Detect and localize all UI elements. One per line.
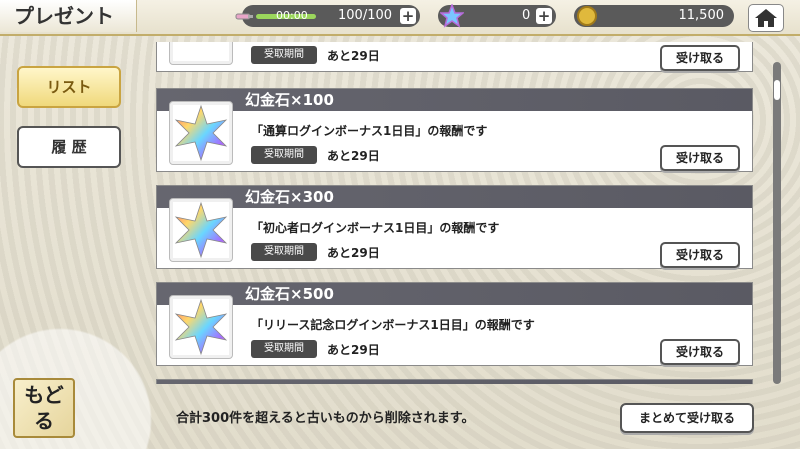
- page-title: プレゼント: [0, 0, 137, 32]
- present-list[interactable]: 受取期間 あと29日 受け取る 幻金石×100 「通算ログインボーナス1日目」の…: [156, 42, 753, 384]
- syringe-icon: [235, 13, 253, 20]
- period-label: 受取期間: [251, 243, 317, 261]
- item-title: 幻金石×100: [245, 91, 334, 109]
- period-label: 受取期間: [251, 46, 317, 64]
- tab-list[interactable]: リスト: [17, 66, 121, 108]
- rainbow-star-icon: [174, 298, 228, 356]
- present-card: [156, 379, 753, 384]
- deletion-notice: 合計300件を超えると古いものから削除されます。: [176, 411, 475, 426]
- item-description: 「リリース記念ログインボーナス1日目」の報酬です: [251, 318, 535, 332]
- stone-meter: 0 +: [438, 4, 556, 28]
- back-button[interactable]: もどる: [13, 378, 75, 438]
- top-bar: プレゼント 00:00 100/100 + 0 + 11,500: [0, 0, 800, 36]
- period-value: あと29日: [327, 49, 380, 63]
- star-stone-icon: [440, 4, 464, 28]
- item-title: 幻金石×300: [245, 188, 334, 206]
- scroll-thumb[interactable]: [774, 80, 780, 100]
- item-icon-frame: [169, 198, 233, 262]
- period-value: あと29日: [327, 246, 380, 260]
- item-icon-frame: [169, 101, 233, 165]
- receive-button[interactable]: 受け取る: [660, 242, 740, 268]
- period-label: 受取期間: [251, 146, 317, 164]
- card-header: 幻金石×300: [157, 186, 752, 208]
- item-icon-frame: [169, 295, 233, 359]
- receive-button[interactable]: 受け取る: [660, 339, 740, 365]
- item-title: 幻金石×500: [245, 285, 334, 303]
- stamina-timer: 00:00: [276, 9, 308, 22]
- receive-button[interactable]: 受け取る: [660, 45, 740, 71]
- period-label: 受取期間: [251, 340, 317, 358]
- period-value: あと29日: [327, 149, 380, 163]
- present-card: 幻金石×500 「リリース記念ログインボーナス1日目」の報酬です 受取期間 あと…: [156, 282, 753, 366]
- present-card: 幻金石×100 「通算ログインボーナス1日目」の報酬です 受取期間 あと29日 …: [156, 88, 753, 172]
- home-icon: [755, 9, 777, 27]
- stone-count: 0: [522, 8, 531, 23]
- item-icon-frame: [169, 42, 233, 65]
- item-description: 「通算ログインボーナス1日目」の報酬です: [251, 124, 488, 138]
- coin-meter: 11,500: [574, 5, 734, 27]
- card-header: [157, 380, 752, 384]
- home-button[interactable]: [748, 4, 784, 32]
- present-card: 幻金石×300 「初心者ログインボーナス1日目」の報酬です 受取期間 あと29日…: [156, 185, 753, 269]
- rainbow-star-icon: [174, 201, 228, 259]
- scrollbar[interactable]: [773, 62, 781, 384]
- period-value: あと29日: [327, 343, 380, 357]
- card-header: 幻金石×500: [157, 283, 752, 305]
- receive-button[interactable]: 受け取る: [660, 145, 740, 171]
- stamina-value: 100/100: [338, 8, 393, 23]
- receive-all-button[interactable]: まとめて受け取る: [620, 403, 754, 433]
- coin-icon: [577, 6, 597, 26]
- item-description: 「初心者ログインボーナス1日目」の報酬です: [251, 221, 500, 235]
- add-stamina-button[interactable]: +: [400, 8, 416, 24]
- card-header: 幻金石×100: [157, 89, 752, 111]
- stamina-meter: 00:00 100/100 +: [235, 5, 420, 27]
- tab-history[interactable]: 履 歴: [17, 126, 121, 168]
- add-stone-button[interactable]: +: [536, 8, 552, 24]
- present-card: 受取期間 あと29日 受け取る: [156, 42, 753, 72]
- rainbow-star-icon: [174, 104, 228, 162]
- coin-count: 11,500: [678, 8, 725, 23]
